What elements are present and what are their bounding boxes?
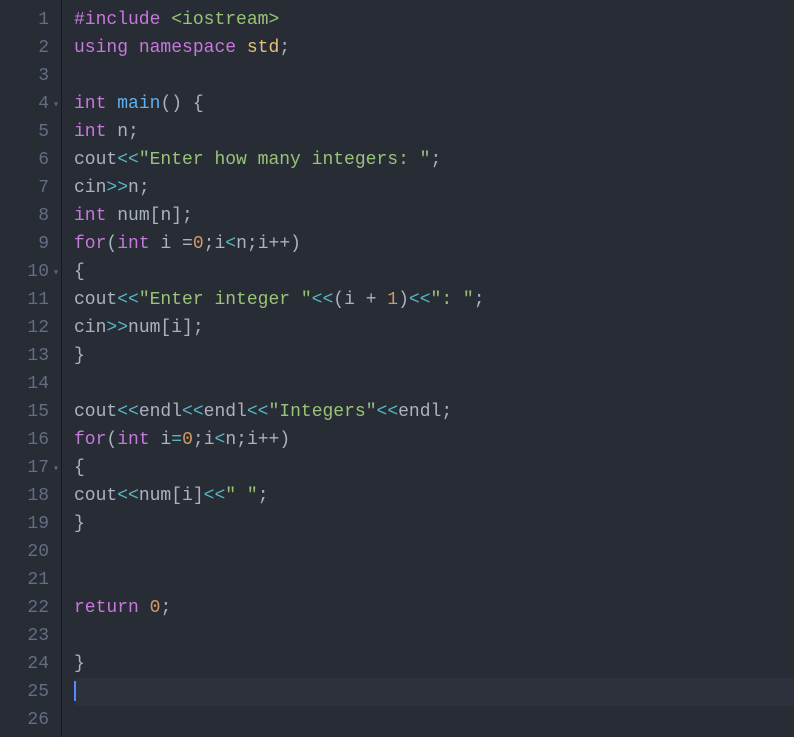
code-line[interactable]: {: [74, 454, 794, 482]
line-number: 12: [8, 314, 49, 342]
line-number: 14: [8, 370, 49, 398]
code-line[interactable]: cout<<"Enter integer "<<(i + 1)<<": ";: [74, 286, 794, 314]
line-number: 19: [8, 510, 49, 538]
code-line[interactable]: [74, 566, 794, 594]
code-line[interactable]: [74, 62, 794, 90]
code-line[interactable]: for(int i =0;i<n;i++): [74, 230, 794, 258]
line-number: 1: [8, 6, 49, 34]
line-number: 6: [8, 146, 49, 174]
code-area[interactable]: #include <iostream> using namespace std;…: [62, 0, 794, 737]
line-number: 17▾: [8, 454, 49, 482]
line-number: 15: [8, 398, 49, 426]
code-line[interactable]: cout<<num[i]<<" ";: [74, 482, 794, 510]
line-number: 7: [8, 174, 49, 202]
code-line[interactable]: #include <iostream>: [74, 6, 794, 34]
line-number: 8: [8, 202, 49, 230]
code-line[interactable]: int n;: [74, 118, 794, 146]
line-number: 21: [8, 566, 49, 594]
line-number: 2: [8, 34, 49, 62]
line-number: 26: [8, 706, 49, 734]
code-line[interactable]: [74, 538, 794, 566]
code-line[interactable]: [74, 622, 794, 650]
line-number: 18: [8, 482, 49, 510]
code-editor[interactable]: 1 2 3 4▾ 5 6 7 8 9 10▾ 11 12 13 14 15 16…: [0, 0, 794, 737]
line-number: 5: [8, 118, 49, 146]
code-line[interactable]: return 0;: [74, 594, 794, 622]
code-line[interactable]: for(int i=0;i<n;i++): [74, 426, 794, 454]
line-number: 10▾: [8, 258, 49, 286]
code-line[interactable]: }: [74, 342, 794, 370]
cursor-icon: [74, 681, 76, 701]
line-number: 11: [8, 286, 49, 314]
code-line[interactable]: cin>>n;: [74, 174, 794, 202]
line-number: 3: [8, 62, 49, 90]
code-line[interactable]: int num[n];: [74, 202, 794, 230]
code-line[interactable]: [74, 370, 794, 398]
code-line[interactable]: cout<<"Enter how many integers: ";: [74, 146, 794, 174]
code-line[interactable]: }: [74, 510, 794, 538]
line-number: 22: [8, 594, 49, 622]
line-number: 24: [8, 650, 49, 678]
line-number: 20: [8, 538, 49, 566]
line-number: 9: [8, 230, 49, 258]
line-number: 13: [8, 342, 49, 370]
code-line[interactable]: using namespace std;: [74, 34, 794, 62]
line-number: 4▾: [8, 90, 49, 118]
code-line-active[interactable]: [74, 678, 794, 706]
code-line[interactable]: cout<<endl<<endl<<"Integers"<<endl;: [74, 398, 794, 426]
code-line[interactable]: cin>>num[i];: [74, 314, 794, 342]
fold-marker-icon[interactable]: ▾: [53, 260, 59, 288]
line-number: 23: [8, 622, 49, 650]
code-line[interactable]: int main() {: [74, 90, 794, 118]
line-number: 25: [8, 678, 49, 706]
fold-marker-icon[interactable]: ▾: [53, 456, 59, 484]
code-line[interactable]: }: [74, 650, 794, 678]
code-line[interactable]: [74, 706, 794, 734]
line-number: 16: [8, 426, 49, 454]
line-number-gutter: 1 2 3 4▾ 5 6 7 8 9 10▾ 11 12 13 14 15 16…: [0, 0, 62, 737]
code-line[interactable]: {: [74, 258, 794, 286]
fold-marker-icon[interactable]: ▾: [53, 92, 59, 120]
